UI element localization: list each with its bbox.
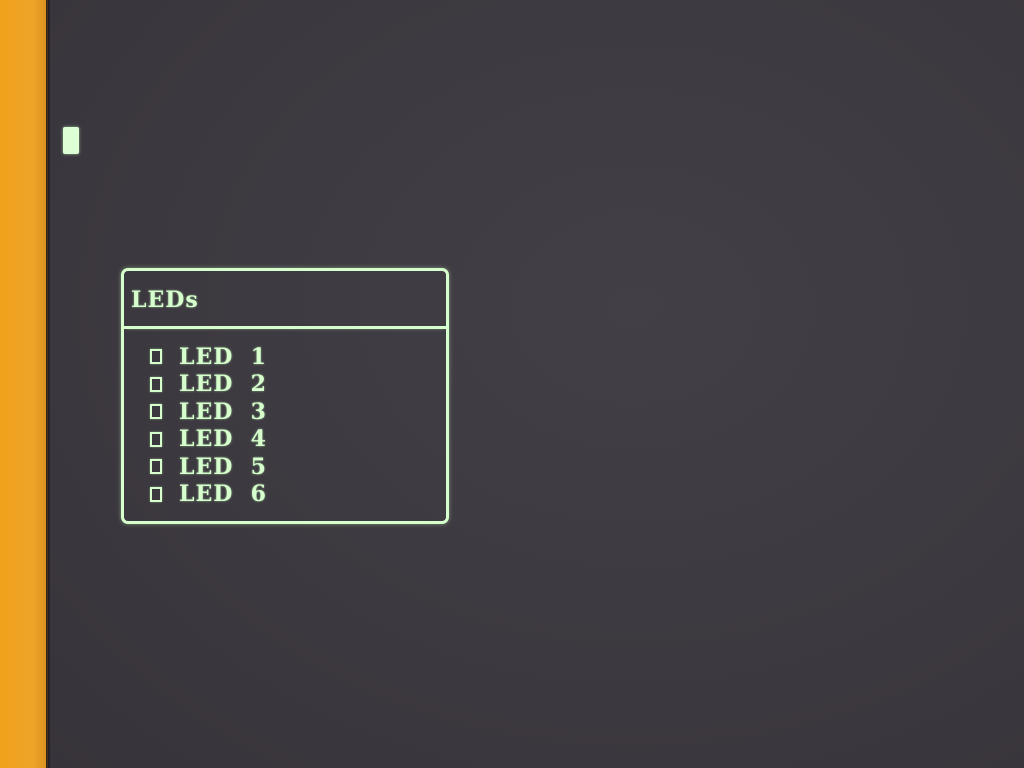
checkbox-icon[interactable] — [150, 459, 162, 475]
led-label: LED 3 — [179, 398, 267, 425]
monitor-bezel — [0, 0, 48, 768]
led-item-6[interactable]: LED 6 — [150, 481, 267, 509]
led-label: LED 1 — [179, 343, 267, 370]
led-item-3[interactable]: LED 3 — [150, 398, 267, 426]
checkbox-icon[interactable] — [150, 404, 162, 420]
led-item-5[interactable]: LED 5 — [150, 453, 267, 481]
checkbox-icon[interactable] — [150, 486, 162, 502]
led-label: LED 5 — [179, 453, 267, 480]
led-label: LED 2 — [179, 371, 267, 398]
led-label: LED 4 — [179, 426, 267, 453]
led-item-4[interactable]: LED 4 — [150, 426, 267, 454]
text-cursor — [63, 127, 79, 154]
led-item-2[interactable]: LED 2 — [150, 371, 267, 399]
window-title-bar[interactable]: LEDs — [124, 271, 446, 329]
checkbox-icon[interactable] — [150, 431, 162, 447]
checkbox-icon[interactable] — [150, 349, 162, 365]
leds-window: LEDs LED 1 LED 2 LED 3 LED 4 LED 5 LED 6 — [121, 268, 449, 524]
window-title: LEDs — [131, 287, 199, 313]
led-item-1[interactable]: LED 1 — [150, 343, 267, 371]
checkbox-icon[interactable] — [150, 376, 162, 392]
led-checkbox-list: LED 1 LED 2 LED 3 LED 4 LED 5 LED 6 — [150, 343, 267, 508]
photo-frame: LEDs LED 1 LED 2 LED 3 LED 4 LED 5 LED 6 — [0, 0, 1024, 768]
led-label: LED 6 — [179, 481, 267, 508]
